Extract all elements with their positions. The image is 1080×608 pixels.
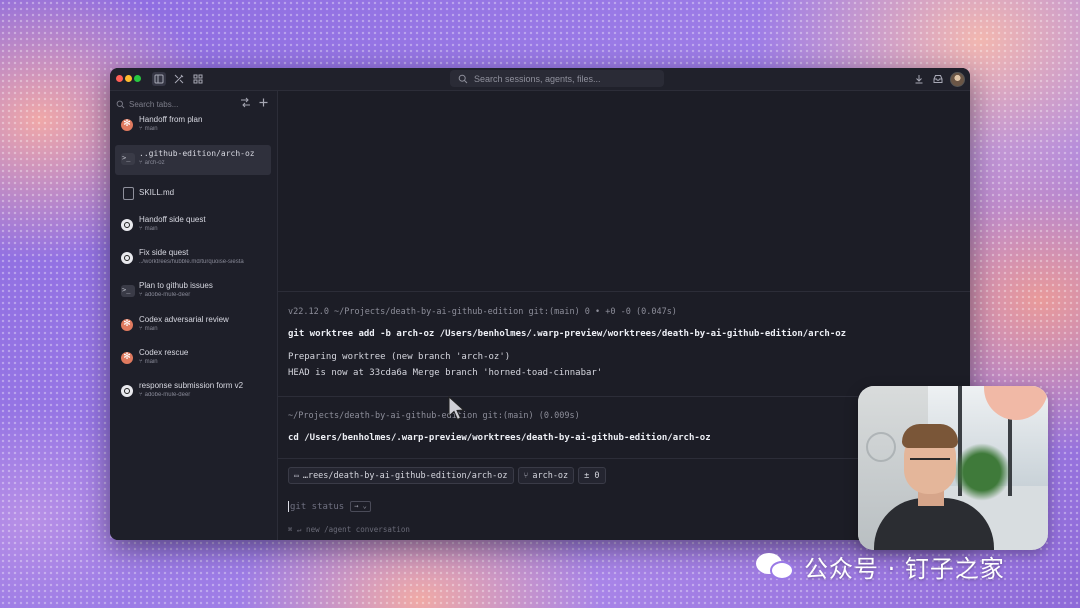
grid-icon[interactable] (191, 72, 205, 86)
claude-icon (121, 318, 133, 331)
tab-branch: ⑂ adobe-mule-deer (139, 292, 191, 298)
title-bar (110, 68, 970, 91)
branch-chip[interactable]: ⑂ arch-oz (517, 467, 575, 484)
tab-branch: ⑂ main (139, 226, 158, 232)
diff-chip[interactable]: ± 0 (578, 467, 606, 484)
command-input-placeholder: git status (290, 501, 345, 512)
tab-search-input[interactable] (129, 99, 239, 109)
openai-icon (121, 219, 133, 231)
inbox-icon[interactable] (931, 72, 945, 86)
branch-icon: ⑂ (139, 359, 143, 365)
tab-title: Handoff side quest (139, 215, 206, 224)
command-input[interactable]: git status → ⌄ (288, 501, 371, 512)
tab-branch: ⑂ adobe-mule-deer (139, 392, 191, 398)
block-output-line: Preparing worktree (new branch 'arch-oz'… (288, 352, 511, 362)
sidebar-tab[interactable]: Plan to github issues ⑂adobe-mule-deer (115, 277, 271, 307)
search-icon (458, 74, 468, 83)
minimize-window-button[interactable] (125, 75, 132, 82)
global-search[interactable] (450, 70, 664, 87)
tools-icon[interactable] (172, 72, 186, 86)
directory-chip[interactable]: ▭ …rees/death-by-ai-github-edition/arch-… (288, 467, 514, 484)
filter-icon[interactable] (240, 97, 251, 108)
plant (954, 442, 1010, 502)
download-icon[interactable] (912, 72, 926, 86)
wechat-icon (756, 551, 796, 581)
user-avatar[interactable] (950, 72, 965, 87)
tab-title: Handoff from plan (139, 115, 203, 124)
tab-branch: ⑂ main (139, 326, 158, 332)
tab-title: ..github-edition/arch-oz (139, 149, 255, 158)
branch-icon: ⑂ (523, 471, 529, 480)
folder-icon: ▭ (294, 471, 299, 480)
branch-icon: ⑂ (139, 326, 143, 332)
tab-path: ../worktrees/hubble.md/turquoise-siesta (139, 259, 244, 265)
tab-title: Fix side quest (139, 248, 189, 257)
openai-icon (121, 252, 133, 264)
claude-icon (121, 351, 133, 364)
sidebar-tab[interactable]: SKILL.md (115, 179, 271, 209)
autosuggest-badge[interactable]: → ⌄ (350, 501, 371, 512)
tabs-sidebar: Handoff from plan ⑂main ..github-edition… (110, 91, 278, 540)
openai-logo-icon (866, 432, 896, 462)
sidebar-tab[interactable]: response submission form v2 ⑂ adobe-mule-… (115, 377, 271, 407)
tab-branch: ⑂ arch-oz (139, 160, 165, 166)
sidebar-toggle-icon[interactable] (152, 72, 166, 86)
webcam-overlay (858, 386, 1048, 550)
new-tab-icon[interactable] (258, 97, 269, 108)
block-divider (278, 291, 970, 292)
watermark-text: 公众号 · 钉子之家 (804, 554, 1005, 583)
tab-title: Codex rescue (139, 348, 189, 357)
watermark: 公众号 · 钉子之家 (756, 548, 1005, 584)
block-output-line: HEAD is now at 33cda6a Merge branch 'hor… (288, 368, 603, 378)
maximize-window-button[interactable] (134, 75, 141, 82)
branch-icon: ⑂ (139, 126, 143, 132)
glasses (910, 458, 950, 470)
block-meta: ~/Projects/death-by-ai-github-edition gi… (288, 411, 580, 421)
sidebar-tab[interactable]: Fix side quest ../worktrees/hubble.md/tu… (115, 244, 271, 274)
tab-branch: ⑂ main (139, 126, 158, 132)
branch-icon: ⑂ (139, 392, 143, 398)
agent-hint: ⌘ ↵ new /agent conversation (288, 525, 410, 534)
block-meta: v22.12.0 ~/Projects/death-by-ai-github-e… (288, 307, 677, 317)
branch-icon: ⑂ (139, 292, 143, 298)
block-command[interactable]: cd /Users/benholmes/.warp-preview/worktr… (288, 433, 711, 443)
openai-icon (121, 385, 133, 397)
tab-title: response submission form v2 (139, 381, 244, 390)
terminal-icon (121, 285, 135, 297)
sidebar-tab[interactable]: Handoff side quest ⑂ main (115, 211, 271, 241)
context-chips: ▭ …rees/death-by-ai-github-edition/arch-… (288, 467, 606, 484)
global-search-input[interactable] (474, 73, 654, 84)
tab-title: Plan to github issues (139, 281, 213, 290)
tab-title: Codex adversarial review (139, 315, 229, 324)
text-caret (288, 501, 289, 512)
sidebar-tab[interactable]: Codex rescue ⑂main (115, 344, 271, 374)
terminal-icon (121, 153, 135, 165)
tab-title: SKILL.md (139, 188, 175, 197)
branch-icon: ⑂ (139, 160, 143, 166)
file-icon (123, 187, 134, 200)
mouse-cursor-icon (448, 396, 465, 421)
sidebar-tab[interactable]: Handoff from plan ⑂main (115, 111, 271, 141)
claude-icon (121, 118, 133, 131)
tab-branch: ⑂ main (139, 359, 158, 365)
block-command[interactable]: git worktree add -b arch-oz /Users/benho… (288, 329, 846, 339)
sidebar-tab-active[interactable]: ..github-edition/arch-oz ⑂arch-oz (115, 145, 271, 175)
close-window-button[interactable] (116, 75, 123, 82)
sidebar-tab[interactable]: Codex adversarial review ⑂main (115, 311, 271, 341)
app-window: Handoff from plan ⑂main ..github-edition… (110, 68, 970, 540)
branch-icon: ⑂ (139, 226, 143, 232)
search-icon (116, 100, 125, 108)
